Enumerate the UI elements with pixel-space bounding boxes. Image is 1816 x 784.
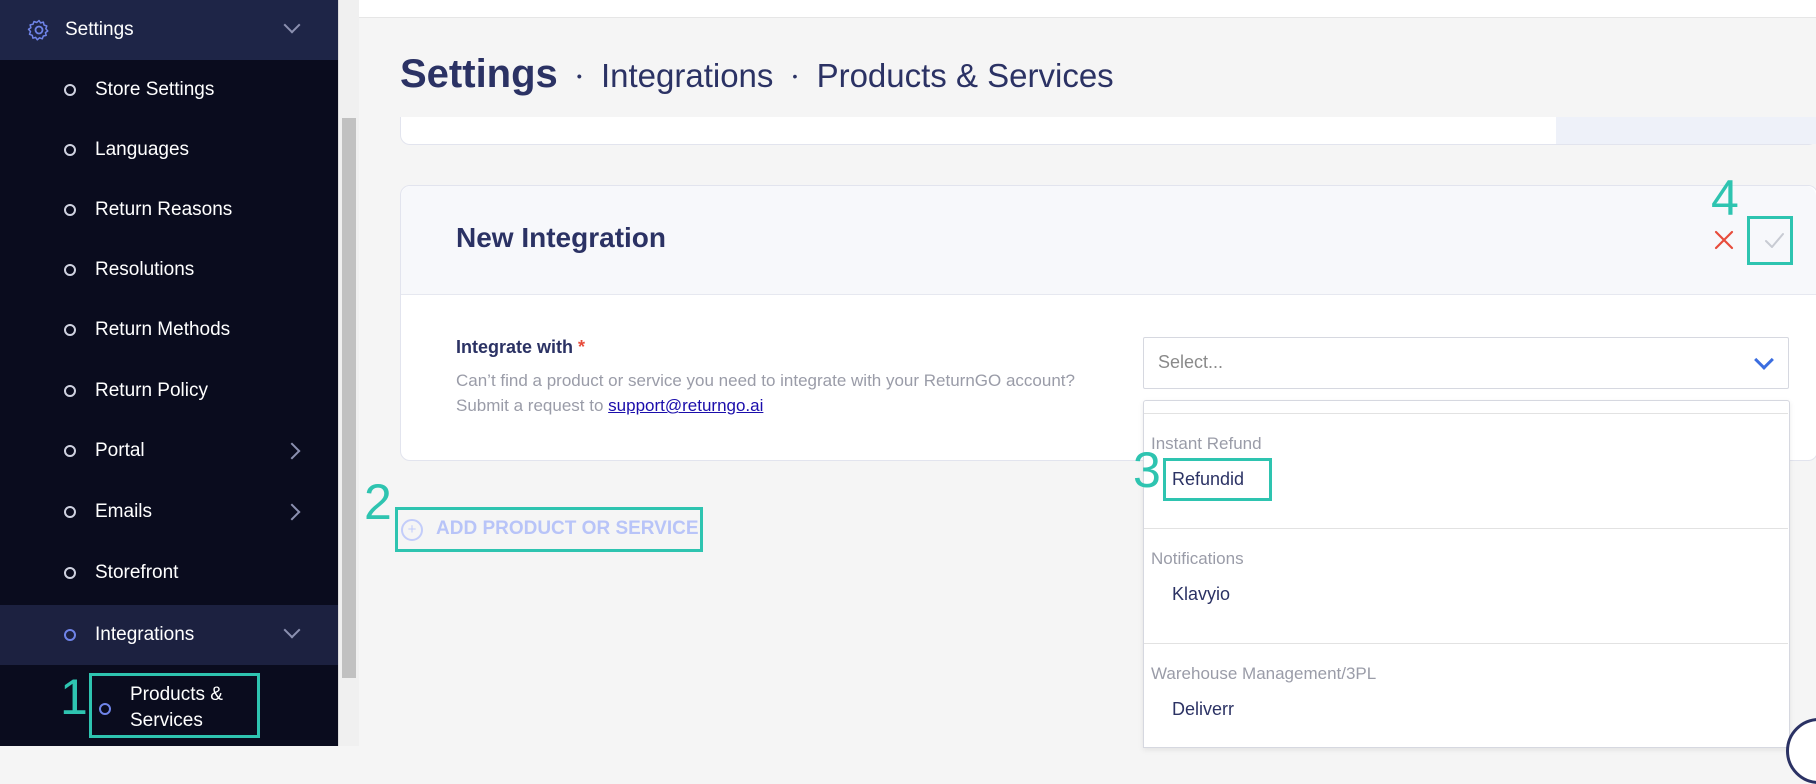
breadcrumb-integrations[interactable]: Integrations: [601, 57, 773, 94]
highlight-box-2: [395, 507, 703, 552]
close-icon[interactable]: [1712, 228, 1736, 252]
bullet-icon: [64, 204, 76, 216]
page-title: Settings: [400, 52, 558, 96]
sidebar-item-return-methods[interactable]: Return Methods: [0, 300, 338, 360]
top-bar: [359, 0, 1816, 18]
sidebar-item-label: Settings: [65, 19, 134, 40]
bullet-icon: [64, 324, 76, 336]
sidebar-item-label: Emails: [95, 501, 153, 522]
sidebar-item-emails[interactable]: Emails: [0, 482, 338, 542]
previous-card-panel: [1556, 117, 1816, 144]
dropdown-divider: [1144, 528, 1788, 529]
sidebar-item-resolutions[interactable]: Resolutions: [0, 240, 338, 300]
bullet-icon: [64, 385, 76, 397]
bullet-icon: [64, 264, 76, 276]
highlight-box-4: [1747, 216, 1793, 265]
dropdown-option-klavyio[interactable]: Klavyio: [1172, 584, 1230, 605]
dropdown-group-warehouse: Warehouse Management/3PL: [1151, 664, 1377, 683]
help-text-body: Can’t find a product or service you need…: [456, 371, 1075, 415]
sidebar-item-portal[interactable]: Portal: [0, 421, 338, 481]
required-mark: *: [578, 337, 586, 357]
sidebar-item-storefront[interactable]: Storefront: [0, 543, 338, 603]
scrollbar-thumb[interactable]: [342, 118, 356, 678]
bullet-icon: [64, 445, 76, 457]
dropdown-group-instant-refund: Instant Refund: [1151, 434, 1262, 453]
chevron-right-icon: [283, 503, 301, 521]
integrate-with-label: Integrate with *: [456, 337, 585, 358]
sidebar-item-label: Resolutions: [95, 259, 195, 280]
sidebar-item-return-policy[interactable]: Return Policy: [0, 361, 338, 421]
sidebar-item-label: Return Reasons: [95, 199, 233, 220]
sidebar-item-store-settings[interactable]: Store Settings: [0, 60, 338, 120]
sidebar-item-label: Languages: [95, 139, 190, 160]
sidebar-item-label: Storefront: [95, 562, 179, 583]
breadcrumb-separator: •: [792, 68, 798, 85]
sidebar-item-label: Return Policy: [95, 380, 208, 401]
bullet-icon: [64, 567, 76, 579]
sidebar-item-settings[interactable]: Settings: [0, 0, 338, 60]
breadcrumb-products-services: Products & Services: [816, 57, 1114, 94]
gear-icon: [27, 19, 49, 41]
highlight-box-3: [1163, 458, 1272, 501]
sidebar-item-label: Integrations: [95, 624, 195, 645]
breadcrumb-separator: •: [576, 68, 582, 85]
bullet-icon: [64, 506, 76, 518]
sidebar-item-return-reasons[interactable]: Return Reasons: [0, 180, 338, 240]
dropdown-option-deliverr[interactable]: Deliverr: [1172, 699, 1234, 720]
field-label: Integrate with: [456, 337, 574, 357]
bullet-icon: [64, 84, 76, 96]
card-title: New Integration: [456, 222, 667, 253]
dropdown-divider: [1144, 643, 1788, 644]
help-text: Can’t find a product or service you need…: [456, 368, 1076, 418]
annotation-number-1: 1: [60, 669, 88, 725]
dropdown-divider: [1144, 413, 1788, 414]
chat-widget-button[interactable]: [1786, 718, 1816, 784]
highlight-box-1: [89, 673, 260, 738]
bullet-icon: [64, 629, 76, 641]
bullet-icon: [64, 144, 76, 156]
sidebar-item-label: Portal: [95, 440, 145, 461]
chevron-down-icon: [283, 621, 301, 639]
dropdown-group-notifications: Notifications: [1151, 549, 1244, 568]
sidebar-item-languages[interactable]: Languages: [0, 120, 338, 180]
integrate-with-select[interactable]: [1143, 337, 1789, 389]
chevron-down-icon: [283, 16, 301, 34]
annotation-number-4: 4: [1711, 170, 1739, 226]
annotation-number-2: 2: [364, 474, 392, 530]
select-placeholder: Select...: [1158, 352, 1224, 372]
chevron-right-icon: [283, 442, 301, 460]
support-email-link[interactable]: support@returngo.ai: [608, 396, 763, 415]
sidebar-item-label: Return Methods: [95, 319, 231, 340]
breadcrumb: Settings • Integrations • Products & Ser…: [400, 52, 1114, 97]
sidebar-item-integrations[interactable]: Integrations: [0, 605, 338, 665]
sidebar-item-label: Store Settings: [95, 79, 215, 100]
annotation-number-3: 3: [1133, 442, 1161, 498]
